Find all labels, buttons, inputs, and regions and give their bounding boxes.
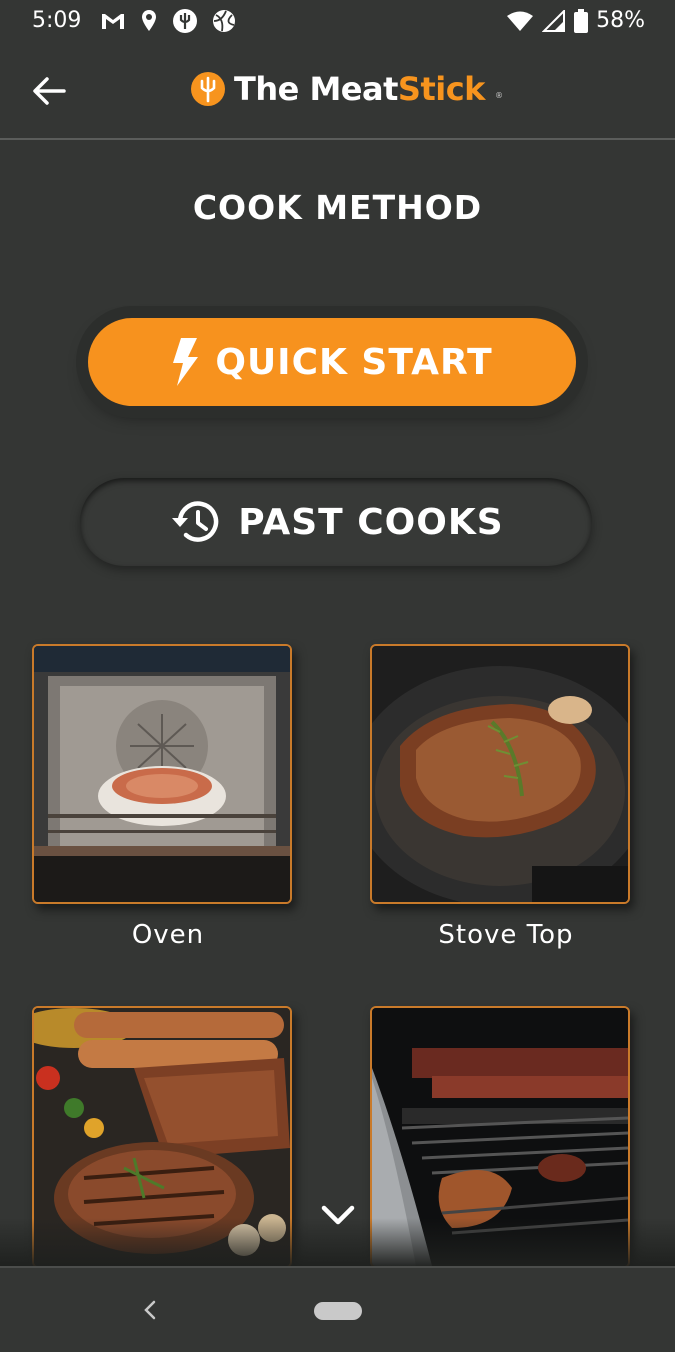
lightning-bolt-icon: [173, 338, 199, 386]
oven-label: Oven: [131, 920, 205, 950]
status-time: 5:09: [32, 8, 82, 33]
battery-percent: 58%: [596, 8, 645, 33]
chevron-down-icon[interactable]: [318, 1200, 358, 1232]
page-title: COOK METHOD: [192, 188, 483, 227]
notification-icons: [100, 8, 236, 34]
battery-icon: [574, 8, 589, 33]
nav-back-icon[interactable]: [138, 1298, 162, 1322]
stove-top-method-tile[interactable]: [370, 644, 630, 904]
stove-top-label: Stove Top: [438, 920, 574, 950]
oven-image: [34, 646, 290, 902]
logo-text: The MeatStick: [234, 70, 485, 108]
past-cooks-label: PAST COOKS: [238, 501, 504, 543]
logo-registered-mark: ®: [494, 91, 503, 100]
logo-word-stick: Stick: [397, 70, 486, 108]
back-arrow-icon[interactable]: [28, 70, 70, 112]
gmail-icon: [102, 14, 124, 29]
meatstick-logo-icon: [191, 72, 225, 106]
wifi-icon: [507, 11, 534, 31]
system-nav-bar: [0, 1266, 675, 1352]
logo-word-the-meat: The Meat: [234, 70, 398, 108]
quick-start-button[interactable]: QUICK START: [88, 318, 576, 406]
history-icon: [172, 501, 219, 542]
sports-ball-icon: [213, 10, 235, 32]
app-header: The MeatStick ®: [0, 44, 675, 140]
meatstick-notification-icon: [173, 9, 197, 33]
oven-method-tile[interactable]: [32, 644, 292, 904]
nav-home-pill[interactable]: [314, 1302, 362, 1320]
system-icons: 58%: [506, 8, 645, 33]
location-pin-icon: [142, 10, 156, 31]
meatstick-logo: The MeatStick ®: [190, 70, 503, 108]
past-cooks-button[interactable]: PAST COOKS: [80, 478, 592, 566]
signal-icon: [542, 9, 566, 32]
status-bar: 5:09 58%: [0, 0, 675, 44]
quick-start-label: QUICK START: [215, 341, 493, 383]
stove-top-image: [372, 646, 628, 902]
